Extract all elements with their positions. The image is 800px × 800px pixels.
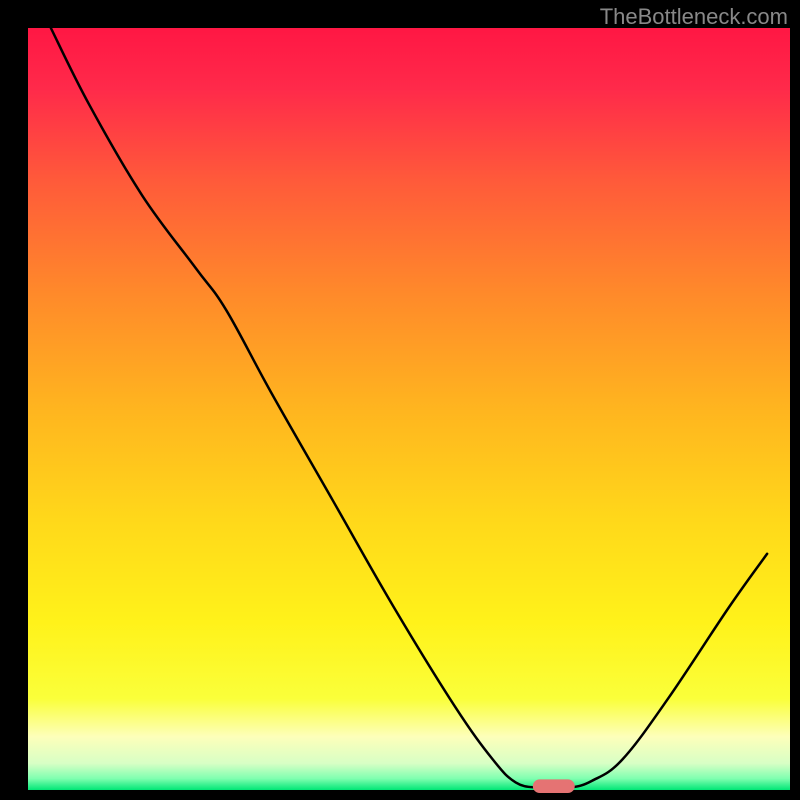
chart-svg (0, 0, 800, 800)
optimal-point-marker (533, 779, 575, 793)
chart-container: TheBottleneck.com (0, 0, 800, 800)
plot-background (28, 28, 790, 790)
watermark-text: TheBottleneck.com (600, 4, 788, 30)
